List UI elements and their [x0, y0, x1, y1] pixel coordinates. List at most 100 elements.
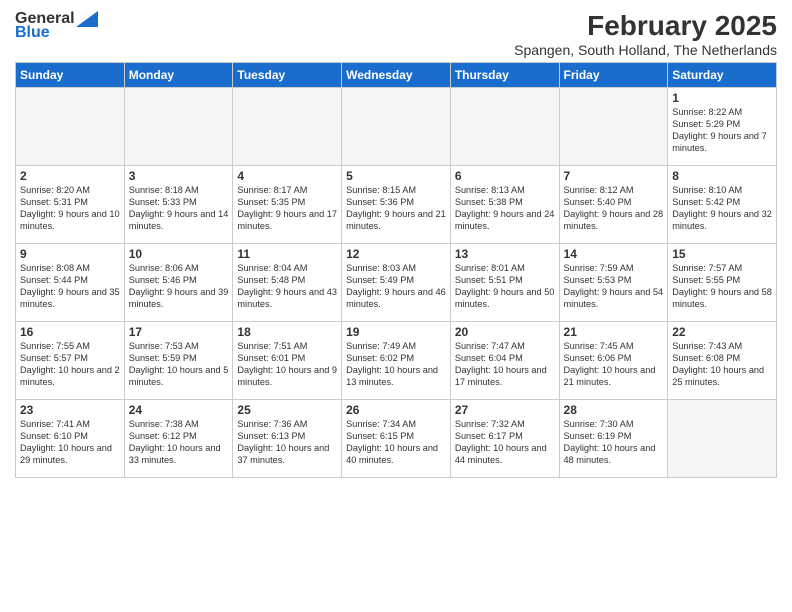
day-number: 21 [564, 325, 664, 339]
day-info: Sunrise: 7:59 AM Sunset: 5:53 PM Dayligh… [564, 263, 664, 311]
page-title: February 2025 [514, 10, 777, 42]
day-info: Sunrise: 8:04 AM Sunset: 5:48 PM Dayligh… [237, 263, 337, 311]
calendar-cell: 1 Sunrise: 8:22 AM Sunset: 5:29 PM Daylig… [668, 88, 777, 166]
week-row-1: 2Sunrise: 8:20 AM Sunset: 5:31 PM Daylig… [16, 166, 777, 244]
day-number: 18 [237, 325, 337, 339]
calendar-cell: 10Sunrise: 8:06 AM Sunset: 5:46 PM Dayli… [124, 244, 233, 322]
day-info: Sunrise: 7:47 AM Sunset: 6:04 PM Dayligh… [455, 341, 555, 389]
day-info: Sunrise: 7:49 AM Sunset: 6:02 PM Dayligh… [346, 341, 446, 389]
calendar-cell: 28Sunrise: 7:30 AM Sunset: 6:19 PM Dayli… [559, 400, 668, 478]
day-number: 14 [564, 247, 664, 261]
page-container: General Blue February 2025 Spangen, Sout… [0, 0, 792, 488]
calendar-cell: 17Sunrise: 7:53 AM Sunset: 5:59 PM Dayli… [124, 322, 233, 400]
day-info: Sunrise: 8:13 AM Sunset: 5:38 PM Dayligh… [455, 185, 555, 233]
calendar-cell: 4 Sunrise: 8:17 AM Sunset: 5:35 PM Daylig… [233, 166, 342, 244]
calendar-cell [450, 88, 559, 166]
title-block: February 2025 Spangen, South Holland, Th… [514, 10, 777, 58]
week-row-3: 16Sunrise: 7:55 AM Sunset: 5:57 PM Dayli… [16, 322, 777, 400]
day-info: Sunrise: 8:20 AM Sunset: 5:31 PM Dayligh… [20, 185, 120, 233]
day-number: 7 [564, 169, 664, 183]
calendar-cell [342, 88, 451, 166]
day-number: 19 [346, 325, 446, 339]
calendar-cell: 19 Sunrise: 7:49 AM Sunset: 6:02 PM Dayli… [342, 322, 451, 400]
weekday-header-saturday: Saturday [668, 63, 777, 88]
day-info: Sunrise: 8:22 AM Sunset: 5:29 PM Dayligh… [672, 107, 772, 155]
day-info: Sunrise: 8:08 AM Sunset: 5:44 PM Dayligh… [20, 263, 120, 311]
weekday-header-row: SundayMondayTuesdayWednesdayThursdayFrid… [16, 63, 777, 88]
day-number: 20 [455, 325, 555, 339]
day-info: Sunrise: 8:06 AM Sunset: 5:46 PM Dayligh… [129, 263, 229, 311]
day-number: 8 [672, 169, 772, 183]
day-info: Sunrise: 7:32 AM Sunset: 6:17 PM Dayligh… [455, 419, 555, 467]
weekday-header-tuesday: Tuesday [233, 63, 342, 88]
calendar-cell: 21 Sunrise: 7:45 AM Sunset: 6:06 PM Dayli… [559, 322, 668, 400]
day-info: Sunrise: 7:57 AM Sunset: 5:55 PM Dayligh… [672, 263, 772, 311]
calendar-cell [16, 88, 125, 166]
day-info: Sunrise: 8:12 AM Sunset: 5:40 PM Dayligh… [564, 185, 664, 233]
day-number: 9 [20, 247, 120, 261]
day-info: Sunrise: 7:34 AM Sunset: 6:15 PM Dayligh… [346, 419, 446, 467]
day-info: Sunrise: 7:55 AM Sunset: 5:57 PM Dayligh… [20, 341, 120, 389]
day-info: Sunrise: 8:18 AM Sunset: 5:33 PM Dayligh… [129, 185, 229, 233]
day-info: Sunrise: 7:38 AM Sunset: 6:12 PM Dayligh… [129, 419, 229, 467]
day-number: 3 [129, 169, 229, 183]
calendar-cell: 12 Sunrise: 8:03 AM Sunset: 5:49 PM Dayli… [342, 244, 451, 322]
calendar-cell: 24 Sunrise: 7:38 AM Sunset: 6:12 PM Dayli… [124, 400, 233, 478]
day-info: Sunrise: 7:30 AM Sunset: 6:19 PM Dayligh… [564, 419, 664, 467]
day-number: 24 [129, 403, 229, 417]
header: General Blue February 2025 Spangen, Sout… [15, 10, 777, 58]
day-number: 26 [346, 403, 446, 417]
day-info: Sunrise: 8:15 AM Sunset: 5:36 PM Dayligh… [346, 185, 446, 233]
calendar-cell: 22 Sunrise: 7:43 AM Sunset: 6:08 PM Dayli… [668, 322, 777, 400]
day-info: Sunrise: 7:36 AM Sunset: 6:13 PM Dayligh… [237, 419, 337, 467]
day-number: 22 [672, 325, 772, 339]
day-info: Sunrise: 8:03 AM Sunset: 5:49 PM Dayligh… [346, 263, 446, 311]
week-row-0: 1 Sunrise: 8:22 AM Sunset: 5:29 PM Daylig… [16, 88, 777, 166]
calendar-cell: 15 Sunrise: 7:57 AM Sunset: 5:55 PM Dayli… [668, 244, 777, 322]
week-row-2: 9 Sunrise: 8:08 AM Sunset: 5:44 PM Daylig… [16, 244, 777, 322]
calendar-cell: 26 Sunrise: 7:34 AM Sunset: 6:15 PM Dayli… [342, 400, 451, 478]
weekday-header-sunday: Sunday [16, 63, 125, 88]
day-number: 12 [346, 247, 446, 261]
logo-blue: Blue [15, 24, 50, 42]
calendar-cell [124, 88, 233, 166]
calendar-cell: 23 Sunrise: 7:41 AM Sunset: 6:10 PM Dayli… [16, 400, 125, 478]
day-number: 11 [237, 247, 337, 261]
day-info: Sunrise: 7:41 AM Sunset: 6:10 PM Dayligh… [20, 419, 120, 467]
day-info: Sunrise: 8:10 AM Sunset: 5:42 PM Dayligh… [672, 185, 772, 233]
logo: General Blue [15, 10, 98, 42]
weekday-header-monday: Monday [124, 63, 233, 88]
day-number: 5 [346, 169, 446, 183]
day-info: Sunrise: 7:45 AM Sunset: 6:06 PM Dayligh… [564, 341, 664, 389]
day-number: 6 [455, 169, 555, 183]
day-info: Sunrise: 7:43 AM Sunset: 6:08 PM Dayligh… [672, 341, 772, 389]
calendar-cell: 20 Sunrise: 7:47 AM Sunset: 6:04 PM Dayli… [450, 322, 559, 400]
calendar-cell: 9 Sunrise: 8:08 AM Sunset: 5:44 PM Daylig… [16, 244, 125, 322]
calendar-cell: 27Sunrise: 7:32 AM Sunset: 6:17 PM Dayli… [450, 400, 559, 478]
calendar-cell [668, 400, 777, 478]
day-info: Sunrise: 8:17 AM Sunset: 5:35 PM Dayligh… [237, 185, 337, 233]
calendar-cell: 16Sunrise: 7:55 AM Sunset: 5:57 PM Dayli… [16, 322, 125, 400]
calendar-cell: 18Sunrise: 7:51 AM Sunset: 6:01 PM Dayli… [233, 322, 342, 400]
day-number: 13 [455, 247, 555, 261]
calendar-cell [233, 88, 342, 166]
calendar-cell: 3 Sunrise: 8:18 AM Sunset: 5:33 PM Daylig… [124, 166, 233, 244]
logo-icon [76, 11, 98, 27]
weekday-header-thursday: Thursday [450, 63, 559, 88]
day-info: Sunrise: 7:53 AM Sunset: 5:59 PM Dayligh… [129, 341, 229, 389]
day-number: 4 [237, 169, 337, 183]
calendar-cell: 13Sunrise: 8:01 AM Sunset: 5:51 PM Dayli… [450, 244, 559, 322]
weekday-header-friday: Friday [559, 63, 668, 88]
day-number: 23 [20, 403, 120, 417]
weekday-header-wednesday: Wednesday [342, 63, 451, 88]
calendar-cell: 5 Sunrise: 8:15 AM Sunset: 5:36 PM Daylig… [342, 166, 451, 244]
day-number: 25 [237, 403, 337, 417]
day-number: 1 [672, 91, 772, 105]
week-row-4: 23 Sunrise: 7:41 AM Sunset: 6:10 PM Dayli… [16, 400, 777, 478]
day-number: 15 [672, 247, 772, 261]
calendar-cell: 7 Sunrise: 8:12 AM Sunset: 5:40 PM Daylig… [559, 166, 668, 244]
calendar-cell: 11 Sunrise: 8:04 AM Sunset: 5:48 PM Dayli… [233, 244, 342, 322]
page-subtitle: Spangen, South Holland, The Netherlands [514, 42, 777, 58]
calendar-cell: 25 Sunrise: 7:36 AM Sunset: 6:13 PM Dayli… [233, 400, 342, 478]
calendar-cell [559, 88, 668, 166]
